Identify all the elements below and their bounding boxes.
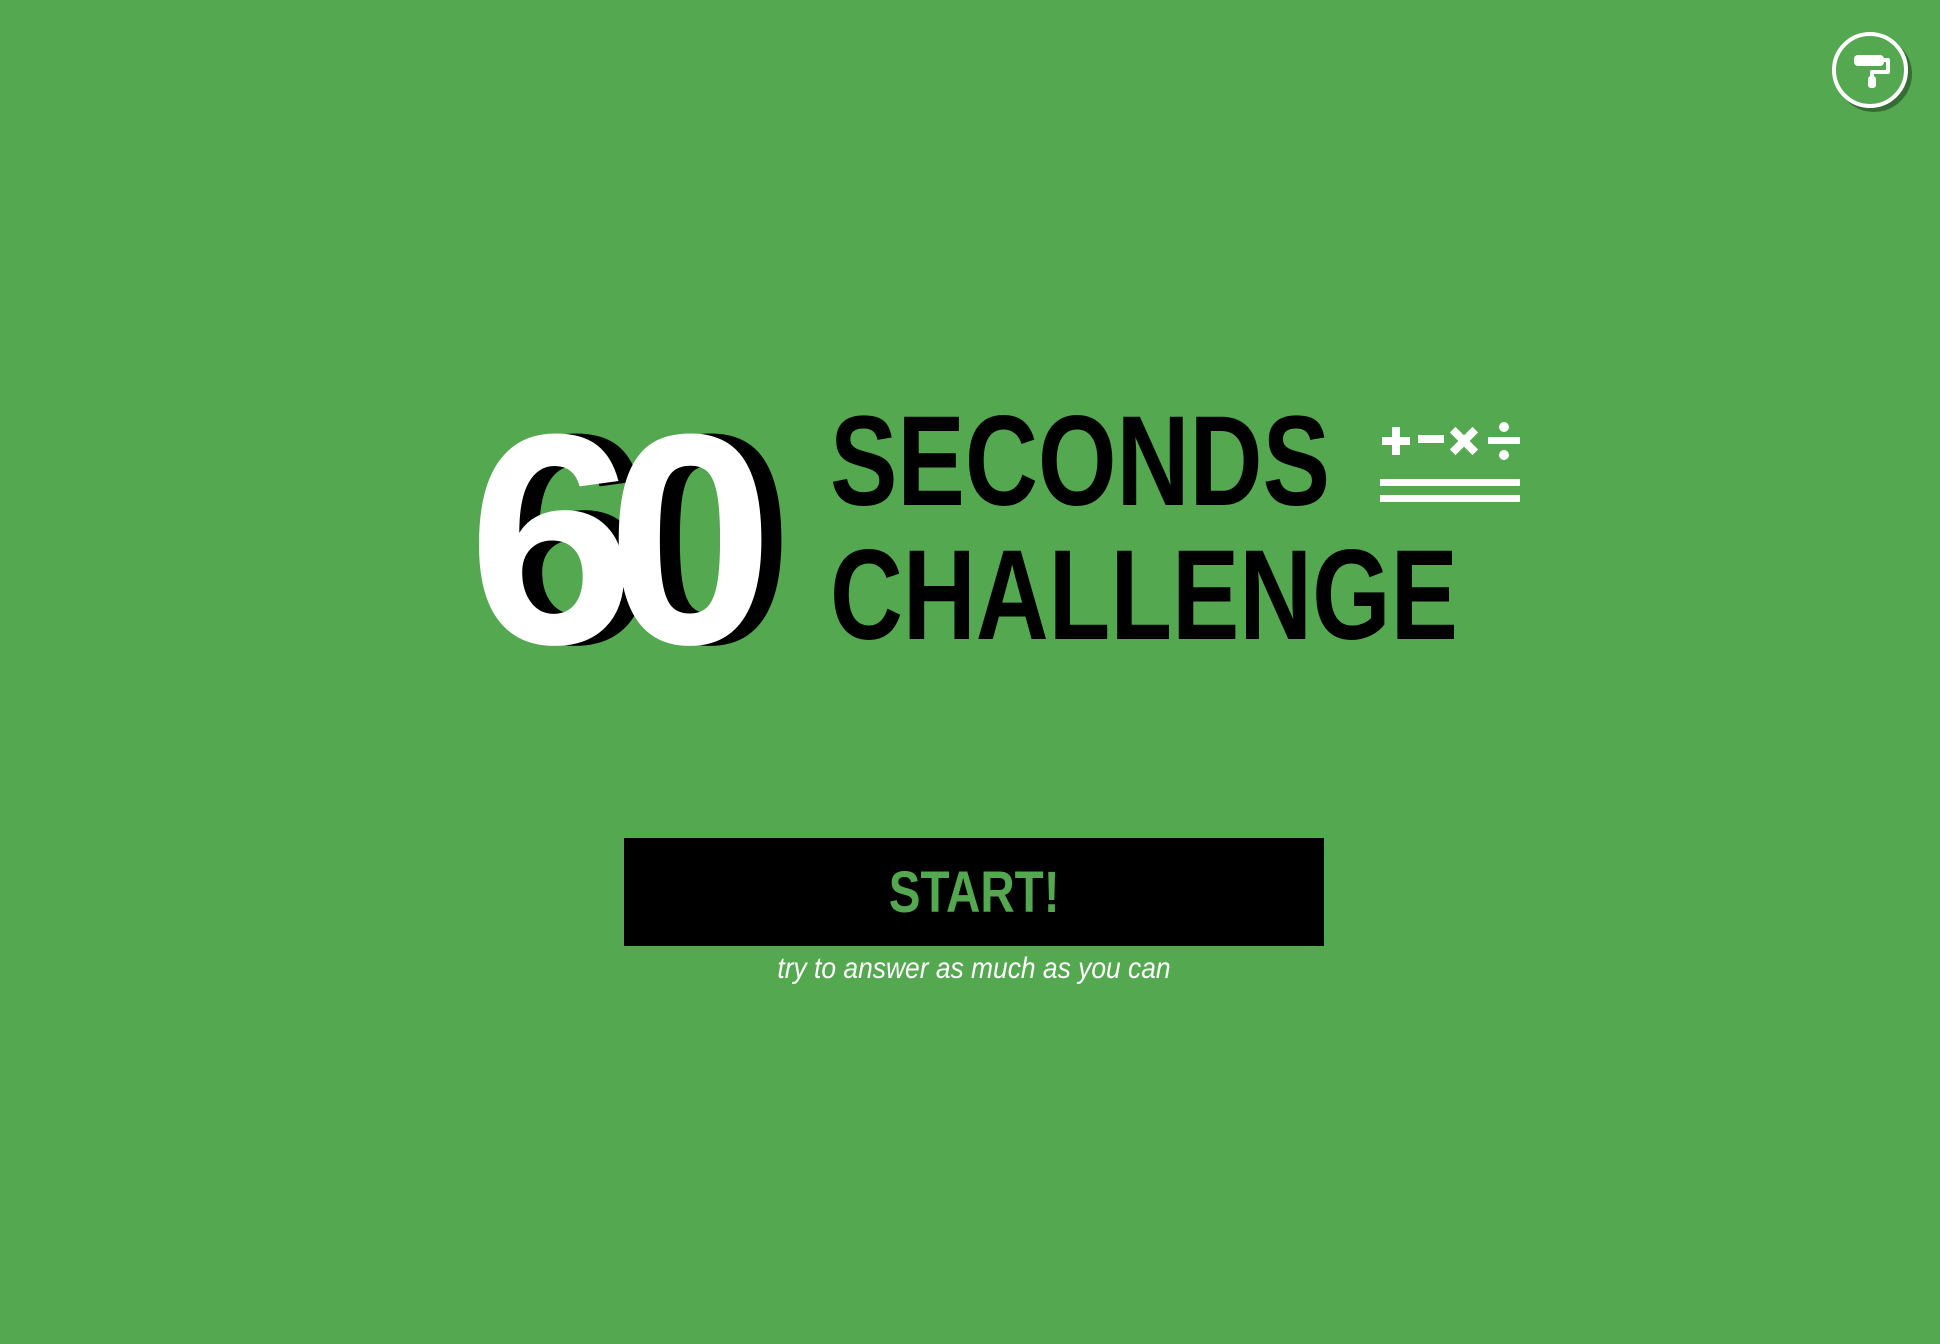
logo-title: SECONDS CHALLENGE: [830, 390, 1530, 667]
equals-line-top: [1380, 479, 1520, 486]
paint-roller-icon: [1854, 55, 1890, 88]
start-hint: try to answer as much as you can: [777, 952, 1171, 985]
logo-number-text: 60: [468, 371, 762, 707]
start-button[interactable]: START!: [624, 838, 1324, 946]
divide-icon: [1488, 422, 1520, 460]
logo-line-challenge: CHALLENGE: [830, 524, 1458, 667]
logo-number: 60 60: [468, 371, 810, 707]
logo-line-seconds: SECONDS: [830, 390, 1330, 533]
game-logo: 60 60 SECONDS CHALLENGE: [468, 371, 1520, 707]
theme-button[interactable]: [1832, 32, 1908, 108]
minus-icon: [1418, 435, 1444, 443]
start-screen: 60 60 SECONDS CHALLENGE START! try to an…: [0, 0, 1940, 1344]
equals-line-bottom: [1380, 495, 1520, 502]
start-button-label: START!: [888, 859, 1060, 925]
times-icon: [1449, 426, 1479, 456]
math-operators: [1378, 417, 1522, 509]
